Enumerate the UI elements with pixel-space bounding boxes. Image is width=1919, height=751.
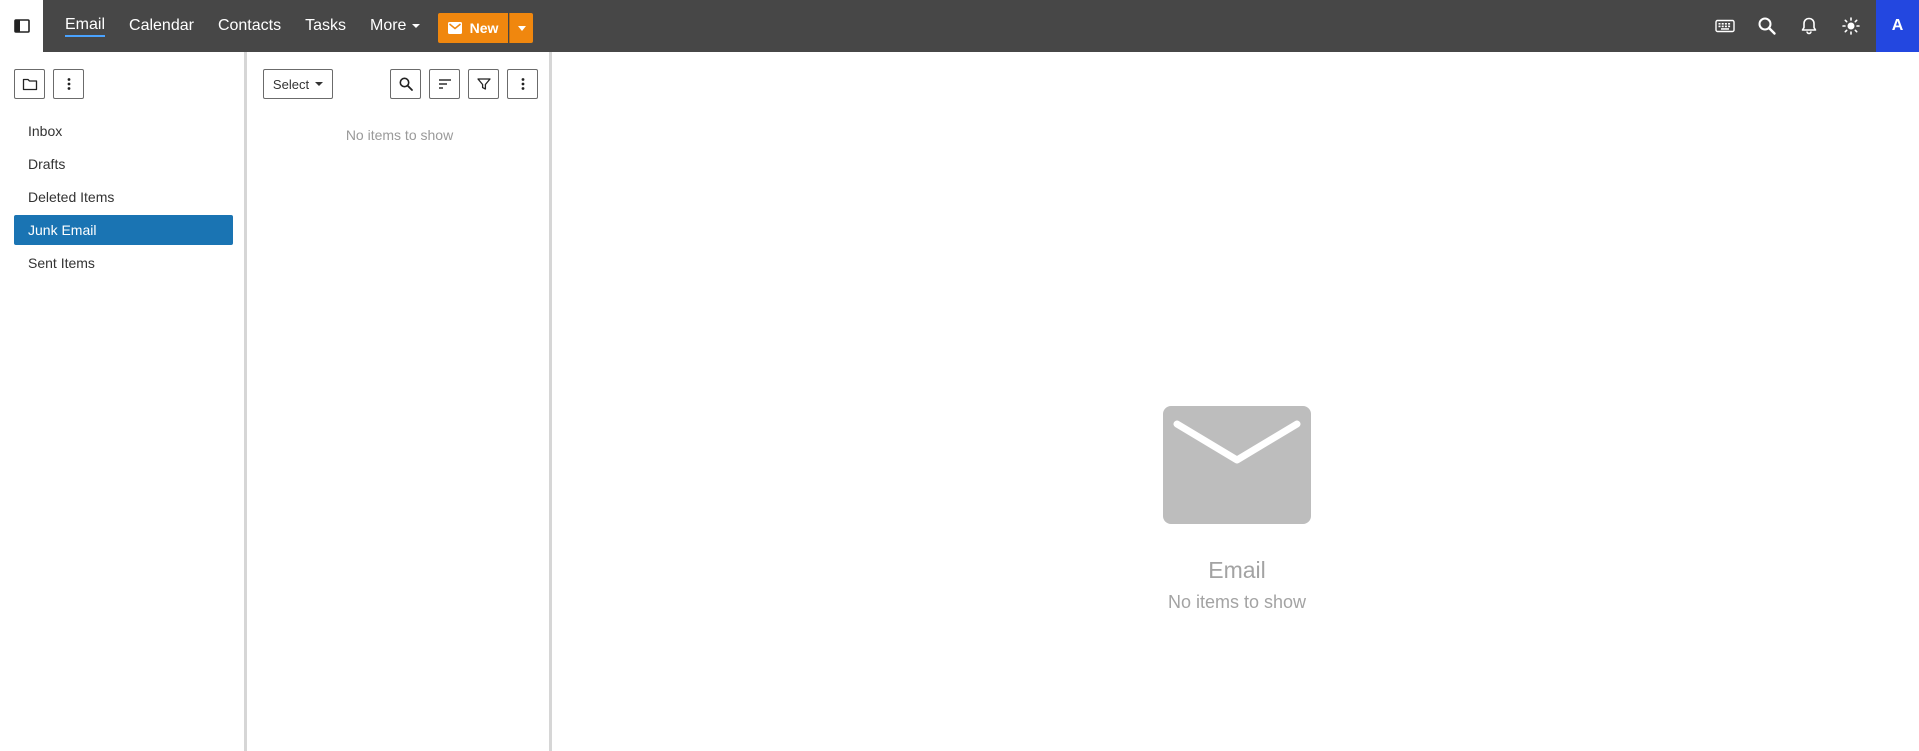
nav-more-label: More bbox=[370, 17, 407, 34]
search-list-button[interactable] bbox=[390, 69, 421, 99]
new-dropdown-button[interactable] bbox=[509, 13, 533, 43]
new-button-label: New bbox=[469, 20, 499, 36]
nav-tasks[interactable]: Tasks bbox=[293, 0, 358, 52]
envelope-icon bbox=[1163, 406, 1311, 524]
empty-list-message: No items to show bbox=[345, 127, 454, 143]
nav-more[interactable]: More bbox=[358, 0, 432, 52]
select-label: Select bbox=[272, 76, 310, 92]
folder-pane: Inbox Drafts Deleted Items Junk Email Se… bbox=[0, 52, 247, 751]
top-navigation-bar: Email Calendar Contacts Tasks More New A bbox=[0, 0, 1919, 52]
search-button[interactable] bbox=[1746, 0, 1788, 52]
sort-icon bbox=[438, 79, 451, 89]
sort-button[interactable] bbox=[429, 69, 460, 99]
chevron-down-icon bbox=[315, 82, 324, 86]
chevron-down-icon bbox=[517, 25, 526, 31]
nav-tasks-label: Tasks bbox=[305, 17, 346, 34]
chevron-down-icon bbox=[412, 24, 421, 28]
folder-more-button[interactable] bbox=[53, 69, 84, 99]
more-vertical-icon bbox=[67, 78, 70, 90]
theme-toggle-button[interactable] bbox=[1830, 0, 1872, 52]
empty-state-subtitle: No items to show bbox=[1167, 592, 1307, 612]
folder-toolbar bbox=[14, 69, 84, 99]
reading-pane: Email No items to show bbox=[555, 52, 1919, 751]
avatar[interactable]: A bbox=[1876, 0, 1919, 52]
list-toolbar bbox=[390, 69, 538, 99]
select-dropdown[interactable]: Select bbox=[263, 69, 333, 99]
filter-icon bbox=[476, 78, 491, 90]
folder-item-junk-email[interactable]: Junk Email bbox=[14, 215, 233, 245]
folder-list: Inbox Drafts Deleted Items Junk Email Se… bbox=[14, 116, 233, 281]
sun-icon bbox=[1842, 17, 1860, 35]
empty-state-title: Email bbox=[1208, 557, 1266, 583]
nav-email[interactable]: Email bbox=[53, 0, 117, 52]
folder-item-label: Sent Items bbox=[28, 255, 95, 271]
bell-icon bbox=[1801, 17, 1817, 35]
nav-calendar[interactable]: Calendar bbox=[117, 0, 206, 52]
folder-item-sent-items[interactable]: Sent Items bbox=[14, 248, 233, 278]
new-button[interactable]: New bbox=[438, 13, 508, 43]
nav-calendar-label: Calendar bbox=[129, 17, 194, 34]
nav-contacts[interactable]: Contacts bbox=[206, 0, 293, 52]
keyboard-icon bbox=[1715, 19, 1735, 33]
folder-item-deleted-items[interactable]: Deleted Items bbox=[14, 182, 233, 212]
folder-item-label: Drafts bbox=[28, 156, 66, 172]
list-more-button[interactable] bbox=[507, 69, 538, 99]
envelope-icon bbox=[447, 22, 462, 34]
notifications-button[interactable] bbox=[1788, 0, 1830, 52]
search-icon bbox=[1758, 17, 1776, 35]
folder-button[interactable] bbox=[14, 69, 45, 99]
app-nav: Email Calendar Contacts Tasks More bbox=[53, 0, 432, 52]
folder-item-drafts[interactable]: Drafts bbox=[14, 149, 233, 179]
sidebar-toggle-icon bbox=[13, 19, 30, 33]
keyboard-shortcuts-button[interactable] bbox=[1704, 0, 1746, 52]
folder-icon bbox=[22, 78, 37, 91]
folder-item-label: Inbox bbox=[28, 123, 63, 139]
folder-item-label: Junk Email bbox=[28, 222, 97, 238]
new-button-group: New bbox=[438, 13, 533, 43]
empty-state: Email No items to show bbox=[555, 406, 1919, 613]
nav-email-label: Email bbox=[65, 16, 106, 37]
sidebar-toggle-button[interactable] bbox=[0, 0, 43, 52]
message-list-pane: Select No items to show bbox=[250, 52, 552, 751]
folder-item-inbox[interactable]: Inbox bbox=[14, 116, 233, 146]
folder-item-label: Deleted Items bbox=[28, 189, 115, 205]
more-vertical-icon bbox=[521, 78, 524, 90]
nav-contacts-label: Contacts bbox=[217, 17, 282, 34]
search-icon bbox=[399, 77, 413, 91]
filter-button[interactable] bbox=[468, 69, 499, 99]
top-icons: A bbox=[1704, 0, 1919, 52]
